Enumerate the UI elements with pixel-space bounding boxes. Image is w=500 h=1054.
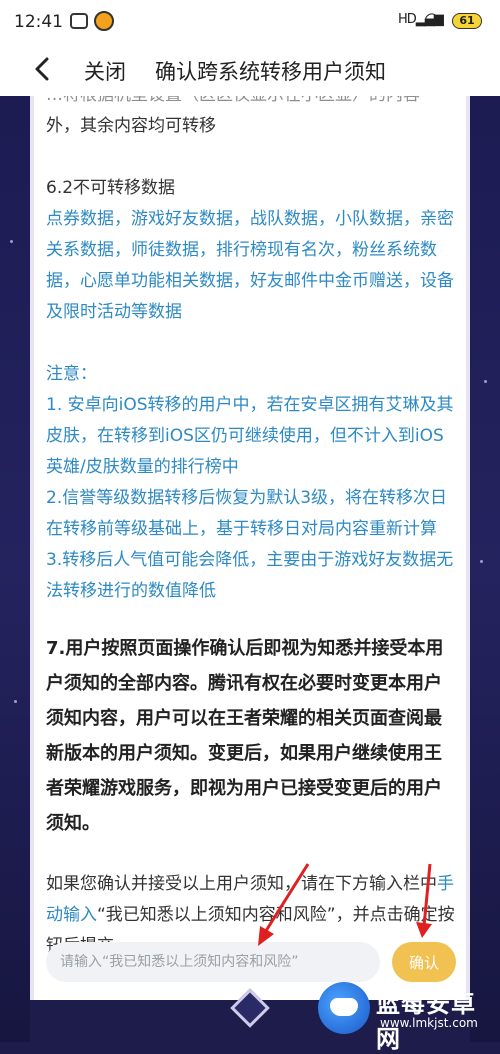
section-heading-6-2: 6.2不可转移数据 bbox=[46, 178, 176, 198]
app-notification-icon bbox=[70, 13, 88, 29]
non-transferable-list: 点券数据，游戏好友数据，战队数据，小队数据，亲密关系数据，师徒数据，排行榜现有名… bbox=[46, 209, 454, 322]
battery-icon: 61 bbox=[452, 13, 482, 29]
chevron-left-icon[interactable] bbox=[28, 54, 58, 84]
star-decoration bbox=[10, 240, 13, 243]
status-bar: 12:41 HD▂▄▆ ◠ 61 bbox=[0, 0, 500, 44]
signal-hd-label: HD bbox=[398, 12, 417, 27]
notice-title: 注意： bbox=[46, 364, 97, 384]
notice-item-1: 1. 安卓向iOS转移的用户中，若在安卓区拥有艾琳及其皮肤，在转移到iOS区仍可… bbox=[46, 395, 454, 477]
intro-tail: 外，其余内容均可转移 bbox=[46, 116, 216, 136]
notice-item-3: 3.转移后人气值可能会降低，主要由于游戏好友数据无法转移进行的数值降低 bbox=[46, 550, 454, 601]
wifi-icon: ◠ bbox=[424, 9, 440, 30]
watermark: 蓝莓安卓网 www.lmkjst.com bbox=[318, 978, 494, 1053]
app-game-icon bbox=[94, 11, 114, 31]
annotation-arrow-to-confirm bbox=[416, 863, 432, 938]
page-title: 确认跨系统转移用户须知 bbox=[155, 60, 386, 84]
watermark-url: www.lmkjst.com bbox=[380, 1016, 478, 1030]
notice-item-2: 2.信誉等级数据转移后恢复为默认3级，将在转移次日在转移前等级基础上，基于转移日… bbox=[46, 488, 448, 539]
nav-bar: 关闭 确认跨系统转移用户须知 bbox=[0, 44, 500, 99]
cut-off-line: …将根据机型设置（区区仅显示在小区显）的内容 bbox=[46, 96, 456, 111]
star-decoration bbox=[484, 380, 487, 383]
notice-content: …将根据机型设置（区区仅显示在小区显）的内容 外，其余内容均可转移 6.2不可转… bbox=[46, 96, 456, 962]
status-time: 12:41 bbox=[14, 12, 63, 32]
close-button[interactable]: 关闭 bbox=[84, 56, 126, 86]
instruction-part-a: 如果您确认并接受以上用户须知，请在下方输入栏中 bbox=[46, 874, 437, 894]
watermark-face-icon bbox=[330, 998, 358, 1016]
confirm-text-input[interactable] bbox=[46, 942, 380, 982]
background-right-decoration bbox=[470, 96, 500, 1042]
battery-level: 61 bbox=[459, 14, 475, 27]
background-left-decoration bbox=[0, 96, 30, 1042]
star-decoration bbox=[14, 700, 17, 703]
section-7: 7.用户按照页面操作确认后即视为知悉并接受本用户须知的全部内容。腾讯有权在必要时… bbox=[46, 638, 444, 834]
annotation-arrow-to-input bbox=[258, 863, 310, 946]
confirm-button[interactable]: 确认 bbox=[392, 942, 456, 982]
star-decoration bbox=[480, 560, 483, 563]
